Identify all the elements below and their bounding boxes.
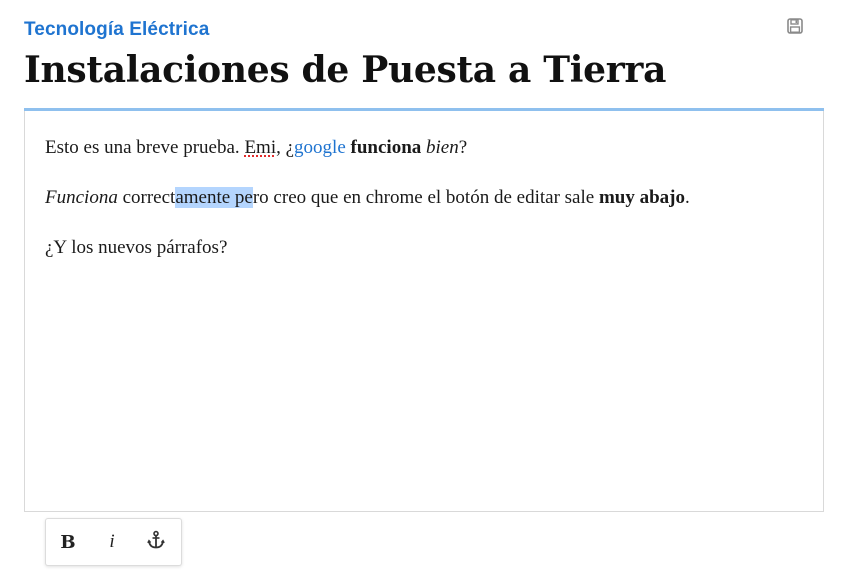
italic-button[interactable]: i [90, 519, 134, 565]
text: , ¿ [276, 137, 295, 158]
selected-text: amente pe [175, 187, 253, 208]
format-toolbar: B i [45, 518, 182, 566]
page-title: Instalaciones de Puesta a Tierra [24, 49, 667, 91]
paragraph-3: ¿Y los nuevos párrafos? [45, 237, 228, 258]
text: Esto es una breve prueba. [45, 137, 245, 158]
category-label: Tecnología Eléctrica [24, 19, 210, 40]
text: ? [458, 137, 468, 158]
save-icon [786, 17, 804, 40]
text: correct [117, 187, 176, 208]
content-editor[interactable]: Esto es una breve prueba. Emi, ¿google f… [24, 111, 824, 512]
text: ro creo que en chrome el botón de editar… [252, 187, 599, 208]
editor-content[interactable]: Esto es una breve prueba. Emi, ¿google f… [45, 133, 803, 283]
anchor-icon [146, 530, 166, 555]
bold-button[interactable]: B [46, 519, 90, 565]
page: Tecnología Eléctrica Instalaciones de Pu… [0, 0, 854, 587]
italic-text: bien [426, 137, 459, 158]
misspelled-word[interactable]: Emi [244, 137, 276, 158]
text: . [684, 187, 690, 208]
save-button[interactable] [785, 17, 805, 40]
paragraph-1: Esto es una breve prueba. Emi, ¿google f… [45, 133, 803, 163]
anchor-button[interactable] [134, 519, 178, 565]
paragraph-2: Funciona correctamente pero creo que en … [45, 183, 803, 213]
italic-text: Funciona [45, 187, 118, 208]
google-link[interactable]: google [294, 137, 346, 158]
bold-text: funciona [350, 137, 422, 158]
bold-text: muy abajo [598, 187, 685, 208]
